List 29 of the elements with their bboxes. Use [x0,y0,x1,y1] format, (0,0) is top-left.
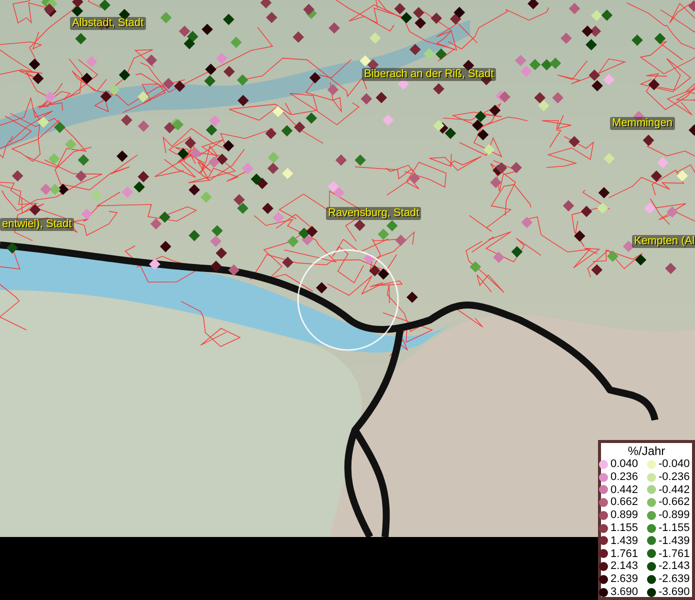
legend-title: %/Jahr [628,444,666,459]
legend-value: -2.639 [658,574,691,585]
legend-value: 0.236 [610,472,640,482]
legend-value: 0.899 [610,510,640,521]
legend-value: -1.155 [658,522,691,534]
legend-value: -3.690 [658,586,691,598]
legend-value: -0.662 [658,497,691,508]
legend-value: -0.442 [658,484,691,495]
legend-value: 2.639 [610,574,640,585]
legend-value: -0.236 [658,472,691,482]
legend-value: 2.143 [610,561,640,572]
legend-value: -1.761 [658,548,691,559]
legend-value: 3.690 [610,586,640,598]
city-label: Memmingen [610,117,675,130]
legend-value: 0.442 [610,484,640,495]
legend-value: 0.662 [610,497,640,508]
legend-value: 1.761 [610,548,640,559]
city-label: Ravensburg, Stadt [326,207,422,220]
city-label: entwiel), Stadt [0,218,74,231]
city-label: Albstadt, Stadt [70,17,146,30]
legend-value: -0.040 [658,459,691,470]
city-label: Kempten (Al [632,235,695,248]
legend-value: -2.143 [658,561,691,572]
legend-value: 1.439 [610,536,640,546]
legend-value: 0.040 [610,459,640,470]
legend-value: -1.439 [658,536,691,546]
legend-value: 1.155 [610,522,640,534]
legend-value: -0.899 [658,510,691,521]
city-label: Biberach an der Riß, Stadt [362,68,496,81]
